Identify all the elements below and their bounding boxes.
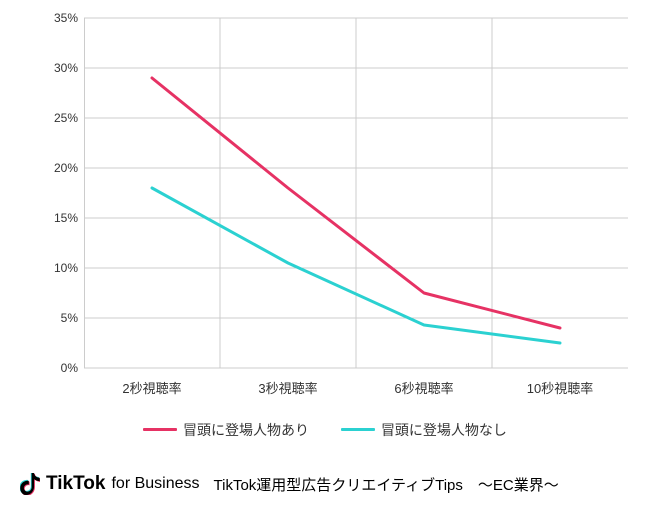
brand-logo: TikTok for Business <box>20 473 200 495</box>
y-tick-label: 10% <box>54 261 78 275</box>
chart: 0%5%10%15%20%25%30%35% 2秒視聴率3秒視聴率6秒視聴率10… <box>42 18 628 398</box>
x-tick-label: 2秒視聴率 <box>122 378 181 397</box>
data-lines <box>84 18 628 368</box>
x-axis-labels: 2秒視聴率 3秒視聴率 6秒視聴率 10秒視聴率 <box>84 378 628 398</box>
y-tick-label: 0% <box>61 361 78 375</box>
tiktok-icon <box>20 473 40 495</box>
series-line-1 <box>152 188 560 343</box>
y-axis-labels: 0%5%10%15%20%25%30%35% <box>42 18 84 398</box>
brand-name: TikTok <box>46 473 105 495</box>
y-tick-label: 20% <box>54 161 78 175</box>
y-tick-label: 30% <box>54 61 78 75</box>
legend-label-a: 冒頭に登場人物あり <box>183 420 309 440</box>
legend-swatch-b <box>341 428 375 431</box>
legend-item-series-a: 冒頭に登場人物あり <box>143 420 309 440</box>
y-tick-label: 35% <box>54 11 78 25</box>
legend-item-series-b: 冒頭に登場人物なし <box>341 420 507 440</box>
brand-suffix: for Business <box>111 475 199 493</box>
footer-tagline: TikTok運用型広告クリエイティブTips 〜EC業界〜 <box>214 474 559 495</box>
legend: 冒頭に登場人物あり 冒頭に登場人物なし <box>0 418 650 440</box>
series-line-0 <box>152 78 560 328</box>
footer: TikTok for Business TikTok運用型広告クリエイティブTi… <box>20 473 630 495</box>
x-tick-label: 6秒視聴率 <box>394 378 453 397</box>
plot-area <box>84 18 628 368</box>
legend-swatch-a <box>143 428 177 431</box>
y-tick-label: 5% <box>61 311 78 325</box>
x-tick-label: 3秒視聴率 <box>258 378 317 397</box>
y-tick-label: 15% <box>54 211 78 225</box>
x-tick-label: 10秒視聴率 <box>527 378 593 397</box>
y-tick-label: 25% <box>54 111 78 125</box>
legend-label-b: 冒頭に登場人物なし <box>381 420 507 440</box>
